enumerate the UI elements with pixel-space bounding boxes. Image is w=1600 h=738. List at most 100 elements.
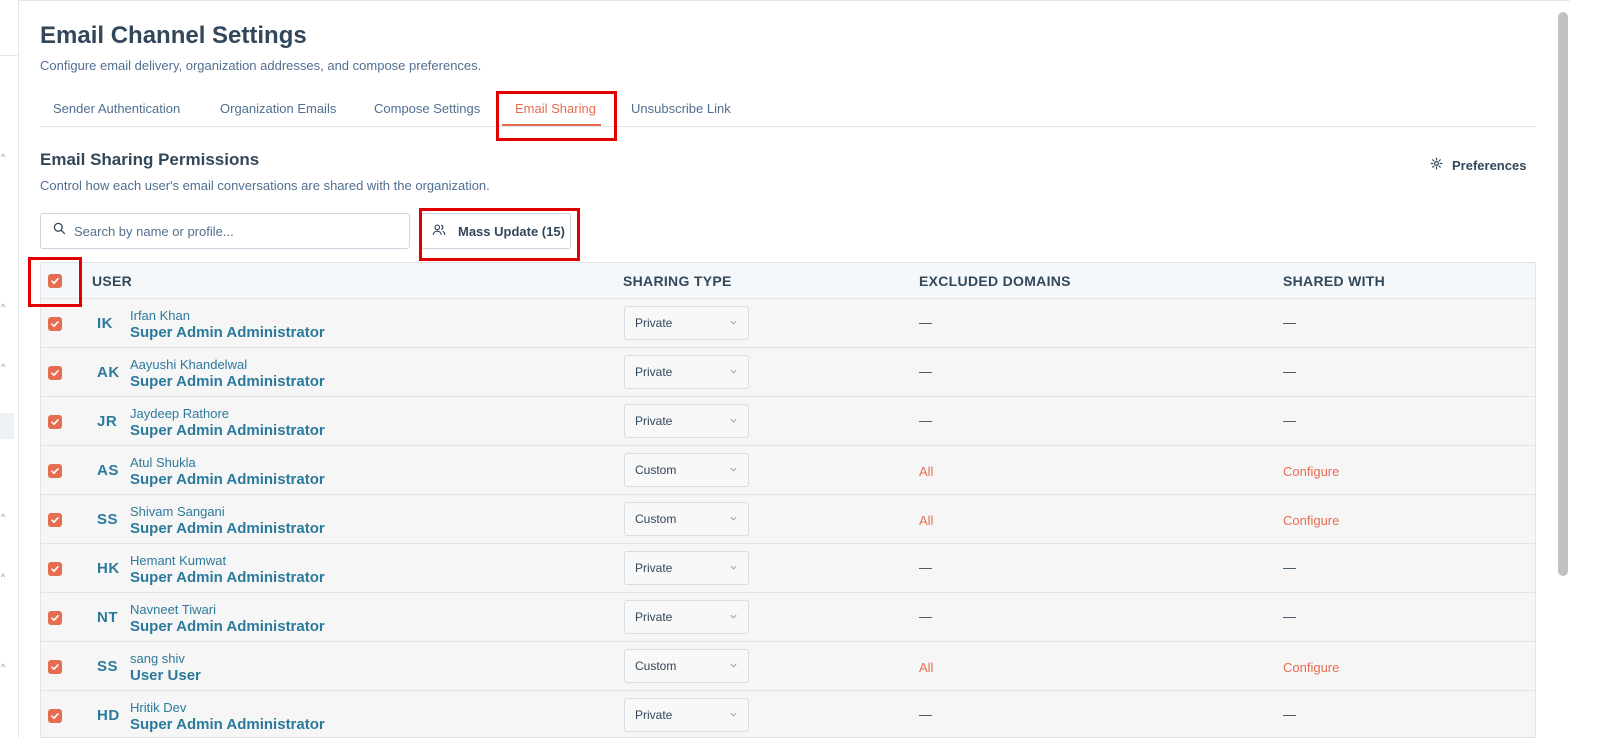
chevron-down-icon xyxy=(729,561,738,575)
user-name-link[interactable]: sang shiv xyxy=(130,651,185,666)
sharing-type-value: Private xyxy=(635,561,673,575)
rail-top-block xyxy=(0,0,19,56)
sharing-type-value: Private xyxy=(635,708,673,722)
email-sharing-table: USER SHARING TYPE EXCLUDED DOMAINS SHARE… xyxy=(40,262,1536,738)
user-name-link[interactable]: Navneet Tiwari xyxy=(130,602,216,617)
gear-icon xyxy=(1430,157,1443,173)
user-name-link[interactable]: Irfan Khan xyxy=(130,308,190,323)
chevron-down-icon xyxy=(729,610,738,624)
row-checkbox[interactable] xyxy=(48,415,62,429)
row-checkbox[interactable] xyxy=(48,562,62,576)
user-search[interactable] xyxy=(40,213,410,249)
sharing-type-select[interactable]: Custom xyxy=(624,502,749,536)
sharing-type-value: Custom xyxy=(635,659,677,673)
preferences-button[interactable]: Preferences xyxy=(1430,157,1526,173)
sharing-type-select[interactable]: Private xyxy=(624,698,749,732)
chevron-up-icon[interactable]: ^ xyxy=(1,302,5,312)
chevron-down-icon xyxy=(729,316,738,330)
main-content: Email Channel Settings Configure email d… xyxy=(28,0,1536,738)
tab-email-sharing[interactable]: Email Sharing xyxy=(515,101,596,116)
user-role: Super Admin Administrator xyxy=(130,471,325,488)
excluded-domains-value: — xyxy=(919,560,932,575)
table-row: AS Atul Shukla Super Admin Administrator… xyxy=(41,446,1535,495)
row-checkbox[interactable] xyxy=(48,317,62,331)
chevron-down-icon xyxy=(729,708,738,722)
sharing-type-value: Private xyxy=(635,610,673,624)
excluded-domains-value: — xyxy=(919,609,932,624)
sharing-type-select[interactable]: Private xyxy=(624,355,749,389)
active-tab-underline xyxy=(502,124,601,126)
avatar-initials: HD xyxy=(97,707,120,724)
user-name-link[interactable]: Aayushi Khandelwal xyxy=(130,357,247,372)
tab-unsubscribe-link[interactable]: Unsubscribe Link xyxy=(631,101,731,116)
excluded-domains-value: — xyxy=(919,364,932,379)
avatar-initials: SS xyxy=(97,511,119,528)
section-title: Email Sharing Permissions xyxy=(40,150,260,169)
tab-sender-authentication[interactable]: Sender Authentication xyxy=(53,101,180,116)
configure-link[interactable]: Configure xyxy=(1283,464,1339,479)
user-role: Super Admin Administrator xyxy=(130,373,325,390)
chevron-down-icon xyxy=(729,365,738,379)
mass-update-button[interactable]: Mass Update (15) xyxy=(421,213,571,249)
tab-compose-settings[interactable]: Compose Settings xyxy=(374,101,480,116)
sharing-type-select[interactable]: Custom xyxy=(624,453,749,487)
sharing-type-select[interactable]: Private xyxy=(624,404,749,438)
sharing-type-select[interactable]: Private xyxy=(624,551,749,585)
shared-with-value: — xyxy=(1283,413,1296,428)
row-checkbox[interactable] xyxy=(48,366,62,380)
chevron-up-icon[interactable]: ^ xyxy=(1,572,5,582)
avatar-initials: IK xyxy=(97,315,113,332)
chevron-up-icon[interactable]: ^ xyxy=(1,152,5,162)
chevron-up-icon[interactable]: ^ xyxy=(1,512,5,522)
search-input[interactable] xyxy=(74,223,394,239)
user-name-link[interactable]: Hritik Dev xyxy=(130,700,186,715)
sharing-type-value: Private xyxy=(635,365,673,379)
sharing-type-value: Custom xyxy=(635,512,677,526)
user-name-link[interactable]: Shivam Sangani xyxy=(130,504,225,519)
sharing-type-value: Private xyxy=(635,414,673,428)
tab-organization-emails[interactable]: Organization Emails xyxy=(220,101,336,116)
left-navigation-rail: ^ ^ ^ ^ ^ ^ xyxy=(0,0,19,738)
excluded-domains-link[interactable]: All xyxy=(919,513,933,528)
table-row: HK Hemant Kumwat Super Admin Administrat… xyxy=(41,544,1535,593)
row-checkbox[interactable] xyxy=(48,611,62,625)
row-checkbox[interactable] xyxy=(48,464,62,478)
row-checkbox[interactable] xyxy=(48,709,62,723)
user-role: User User xyxy=(130,667,201,684)
table-header: USER SHARING TYPE EXCLUDED DOMAINS SHARE… xyxy=(41,263,1535,299)
avatar-initials: NT xyxy=(97,609,118,626)
user-name-link[interactable]: Hemant Kumwat xyxy=(130,553,226,568)
user-name-link[interactable]: Jaydeep Rathore xyxy=(130,406,229,421)
excluded-domains-link[interactable]: All xyxy=(919,660,933,675)
avatar-initials: AS xyxy=(97,462,119,479)
page-scrollbar[interactable] xyxy=(1558,12,1568,576)
sharing-type-value: Custom xyxy=(635,463,677,477)
configure-link[interactable]: Configure xyxy=(1283,660,1339,675)
rail-selected-item[interactable] xyxy=(0,413,14,439)
shared-with-value: — xyxy=(1283,315,1296,330)
table-row: NT Navneet Tiwari Super Admin Administra… xyxy=(41,593,1535,642)
row-checkbox[interactable] xyxy=(48,660,62,674)
chevron-up-icon[interactable]: ^ xyxy=(1,362,5,372)
user-role: Super Admin Administrator xyxy=(130,520,325,537)
user-role: Super Admin Administrator xyxy=(130,716,325,733)
row-checkbox[interactable] xyxy=(48,513,62,527)
excluded-domains-value: — xyxy=(919,315,932,330)
search-icon xyxy=(53,222,66,240)
sharing-type-select[interactable]: Custom xyxy=(624,649,749,683)
avatar-initials: HK xyxy=(97,560,120,577)
sharing-type-select[interactable]: Private xyxy=(624,600,749,634)
avatar-initials: SS xyxy=(97,658,119,675)
chevron-up-icon[interactable]: ^ xyxy=(1,662,5,672)
page-subtitle: Configure email delivery, organization a… xyxy=(40,58,482,73)
table-row: HD Hritik Dev Super Admin Administrator … xyxy=(41,691,1535,737)
excluded-domains-link[interactable]: All xyxy=(919,464,933,479)
user-name-link[interactable]: Atul Shukla xyxy=(130,455,196,470)
configure-link[interactable]: Configure xyxy=(1283,513,1339,528)
excluded-domains-value: — xyxy=(919,707,932,722)
user-role: Super Admin Administrator xyxy=(130,618,325,635)
avatar-initials: JR xyxy=(97,413,118,430)
table-row: JR Jaydeep Rathore Super Admin Administr… xyxy=(41,397,1535,446)
select-all-checkbox[interactable] xyxy=(48,274,62,288)
sharing-type-select[interactable]: Private xyxy=(624,306,749,340)
